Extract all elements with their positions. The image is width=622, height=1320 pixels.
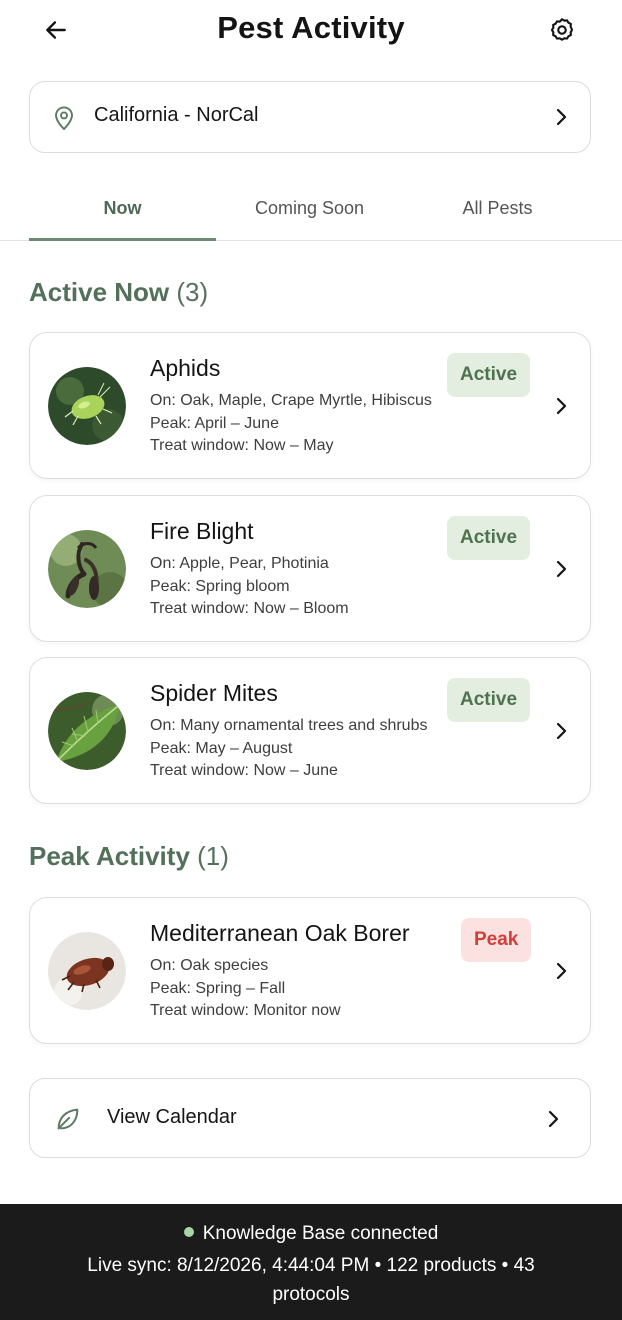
chevron-right-icon xyxy=(556,722,567,740)
active-tab-indicator xyxy=(29,238,216,241)
status-dot-icon xyxy=(183,1227,194,1237)
pest-thumbnail xyxy=(48,692,126,770)
live-sync-text: Live sync: 8/12/2026, 4:44:04 PM • 122 p… xyxy=(87,1255,535,1305)
pest-card-spider-mites[interactable]: Spider Mites On: Many ornamental trees a… xyxy=(29,657,591,804)
pest-card-aphids[interactable]: Aphids On: Oak, Maple, Crape Myrtle, Hib… xyxy=(29,332,591,479)
pest-name: Aphids xyxy=(150,355,221,381)
pest-thumbnail xyxy=(48,932,126,1010)
pest-peak: Peak: Spring bloom xyxy=(150,578,290,595)
section-title-active: Active Now (3) xyxy=(29,277,208,308)
pest-peak: Peak: Spring – Fall xyxy=(150,980,286,997)
map-pin-icon xyxy=(55,106,73,130)
pest-name: Mediterranean Oak Borer xyxy=(150,920,410,946)
status-badge: Peak xyxy=(461,918,532,962)
pest-treat-window: Treat window: Now – May xyxy=(150,437,334,454)
pest-card-mediterranean-oak-borer[interactable]: Mediterranean Oak Borer On: Oak species … xyxy=(29,897,591,1044)
gear-icon xyxy=(550,18,574,41)
oak-borer-image-icon xyxy=(48,932,126,1010)
location-label: California - NorCal xyxy=(94,104,259,126)
pest-treat-window: Treat window: Now – Bloom xyxy=(150,600,349,617)
pest-treat-window: Treat window: Now – June xyxy=(150,762,338,779)
kb-status: Knowledge Base connected xyxy=(0,1223,622,1245)
section-count: (1) xyxy=(197,841,229,871)
chevron-right-icon xyxy=(556,397,567,415)
pest-thumbnail xyxy=(48,367,126,445)
pest-peak: Peak: May – August xyxy=(150,740,293,757)
location-selector[interactable]: California - NorCal xyxy=(29,81,591,153)
spider-mites-image-icon xyxy=(48,692,126,770)
tab-all-pests[interactable]: All Pests xyxy=(404,186,591,240)
pest-name: Spider Mites xyxy=(150,680,278,706)
pest-card-fire-blight[interactable]: Fire Blight On: Apple, Pear, Photinia Pe… xyxy=(29,495,591,642)
section-count: (3) xyxy=(176,277,209,307)
tab-now[interactable]: Now xyxy=(29,186,216,240)
fire-blight-image-icon xyxy=(48,530,126,608)
section-title-peak: Peak Activity (1) xyxy=(29,841,229,872)
pest-hosts: On: Apple, Pear, Photinia xyxy=(150,555,329,572)
pest-thumbnail xyxy=(48,530,126,608)
chevron-right-icon xyxy=(556,560,567,578)
tab-bar: Now Coming Soon All Pests xyxy=(0,186,622,241)
pest-peak: Peak: April – June xyxy=(150,415,279,432)
view-calendar-button[interactable]: View Calendar xyxy=(29,1078,591,1158)
pest-name: Fire Blight xyxy=(150,518,254,544)
sync-status-footer: Knowledge Base connected Live sync: 8/12… xyxy=(0,1204,622,1320)
aphid-image-icon xyxy=(48,367,126,445)
chevron-right-icon xyxy=(556,962,567,980)
page-title: Pest Activity xyxy=(217,10,405,45)
status-badge: Active xyxy=(447,678,531,722)
pest-hosts: On: Oak species xyxy=(150,957,269,974)
status-badge: Active xyxy=(447,516,531,560)
chevron-right-icon xyxy=(556,108,567,126)
chevron-right-icon xyxy=(548,1110,559,1128)
pest-hosts: On: Many ornamental trees and shrubs xyxy=(150,717,428,734)
pest-treat-window: Treat window: Monitor now xyxy=(150,1002,341,1019)
status-badge: Active xyxy=(447,353,531,397)
tab-coming-soon[interactable]: Coming Soon xyxy=(216,186,403,240)
leaf-icon xyxy=(57,1108,79,1130)
app-header: Pest Activity xyxy=(0,0,622,62)
section-title-text: Active Now xyxy=(29,277,170,307)
section-title-text: Peak Activity xyxy=(29,841,190,871)
view-calendar-label: View Calendar xyxy=(107,1106,237,1128)
settings-button[interactable] xyxy=(544,12,580,48)
pest-hosts: On: Oak, Maple, Crape Myrtle, Hibiscus xyxy=(150,392,432,409)
kb-status-text: Knowledge Base connected xyxy=(202,1223,439,1244)
